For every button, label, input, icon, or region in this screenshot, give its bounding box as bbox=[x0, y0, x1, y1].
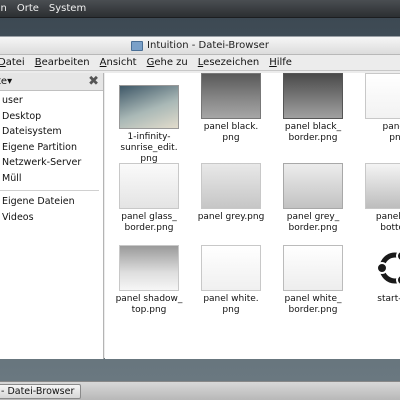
sidebar-item-desktop[interactable]: Desktop bbox=[0, 109, 103, 125]
sidebar-item-videos[interactable]: Videos bbox=[0, 210, 103, 226]
file-name: panel grey_ border.png bbox=[286, 212, 340, 233]
file-browser-window: Intuition - Datei-Browser Datei Bearbeit… bbox=[0, 36, 400, 359]
image-thumbnail-icon bbox=[365, 163, 400, 209]
file-name: panel white_ border.png bbox=[284, 294, 342, 315]
file-item[interactable]: panel shadow_ top.png bbox=[109, 245, 189, 316]
image-thumbnail-icon bbox=[119, 163, 179, 209]
menu-places[interactable]: Orte bbox=[17, 3, 39, 14]
file-grid: 1-infinity- sunrise_edit. png panel blac… bbox=[105, 73, 400, 359]
menu-bookmarks[interactable]: Lesezeichen bbox=[198, 57, 259, 68]
file-name: panel white. png bbox=[203, 294, 259, 315]
file-name: panel black. png bbox=[203, 122, 259, 143]
sidebar-item-trash[interactable]: Müll bbox=[0, 171, 103, 187]
file-item[interactable]: panel grey_ border.png bbox=[273, 163, 353, 234]
menubar: Datei Bearbeiten Ansicht Gehe zu Lesezei… bbox=[0, 55, 400, 71]
image-thumbnail-icon bbox=[283, 73, 343, 119]
image-thumbnail-icon bbox=[201, 73, 261, 119]
image-thumbnail-icon bbox=[119, 85, 179, 129]
image-thumbnail-icon bbox=[119, 245, 179, 291]
file-item[interactable]: panel glass_ border.png bbox=[109, 163, 189, 234]
file-name: start-he bbox=[377, 294, 400, 304]
sidebar-header: te▾ ✖ bbox=[0, 73, 103, 91]
close-icon[interactable]: ✖ bbox=[88, 75, 99, 88]
ubuntu-logo-icon bbox=[365, 245, 400, 291]
file-item[interactable]: panel white. png bbox=[191, 245, 271, 316]
sidebar-item-documents[interactable]: Eigene Dateien bbox=[0, 194, 103, 210]
menu-applications[interactable]: gen bbox=[0, 3, 7, 14]
top-panel: gen Orte System bbox=[0, 0, 400, 18]
file-name: panel pn bbox=[382, 122, 400, 143]
file-name: panel sh botton bbox=[375, 212, 400, 233]
menu-system[interactable]: System bbox=[49, 3, 86, 14]
menu-go[interactable]: Gehe zu bbox=[147, 57, 188, 68]
image-thumbnail-icon bbox=[283, 245, 343, 291]
file-item[interactable]: panel sh botton bbox=[355, 163, 400, 234]
image-thumbnail-icon bbox=[365, 73, 400, 119]
image-thumbnail-icon bbox=[201, 163, 261, 209]
sidebar-item-filesystem[interactable]: Dateisystem bbox=[0, 124, 103, 140]
file-name: panel shadow_ top.png bbox=[115, 294, 183, 315]
taskbar-window-button[interactable]: - Datei-Browser bbox=[0, 384, 82, 399]
sidebar-divider bbox=[0, 190, 99, 191]
image-thumbnail-icon bbox=[201, 245, 261, 291]
file-item[interactable]: panel black_ border.png bbox=[273, 73, 353, 144]
window-titlebar[interactable]: Intuition - Datei-Browser bbox=[0, 37, 400, 55]
sidebar-mode-dropdown[interactable]: te▾ bbox=[0, 76, 12, 87]
bottom-taskbar: - Datei-Browser bbox=[0, 381, 400, 400]
sidebar-item-user[interactable]: user bbox=[0, 93, 103, 109]
folder-icon bbox=[131, 40, 144, 51]
menu-view[interactable]: Ansicht bbox=[100, 57, 137, 68]
menu-edit[interactable]: Bearbeiten bbox=[35, 57, 90, 68]
file-name: panel black_ border.png bbox=[284, 122, 342, 143]
file-name: panel grey.png bbox=[197, 212, 265, 222]
file-item[interactable]: panel black. png bbox=[191, 73, 271, 144]
file-name: 1-infinity- sunrise_edit. png bbox=[120, 132, 178, 164]
image-thumbnail-icon bbox=[283, 163, 343, 209]
sidebar-item-network[interactable]: Netzwerk-Server bbox=[0, 155, 103, 171]
sidebar: te▾ ✖ user Desktop Dateisystem Eigene Pa… bbox=[0, 73, 104, 359]
menu-file[interactable]: Datei bbox=[0, 57, 25, 68]
sidebar-item-partition[interactable]: Eigene Partition bbox=[0, 140, 103, 156]
file-item[interactable]: panel pn bbox=[355, 73, 400, 144]
file-name: panel glass_ border.png bbox=[121, 212, 177, 233]
window-title: Intuition - Datei-Browser bbox=[147, 40, 269, 51]
file-item[interactable]: 1-infinity- sunrise_edit. png bbox=[109, 85, 189, 165]
file-item[interactable]: panel grey.png bbox=[191, 163, 271, 223]
places-list: user Desktop Dateisystem Eigene Partitio… bbox=[0, 91, 103, 225]
menu-help[interactable]: Hilfe bbox=[269, 57, 292, 68]
file-item[interactable]: panel white_ border.png bbox=[273, 245, 353, 316]
file-item[interactable]: start-he bbox=[355, 245, 400, 305]
